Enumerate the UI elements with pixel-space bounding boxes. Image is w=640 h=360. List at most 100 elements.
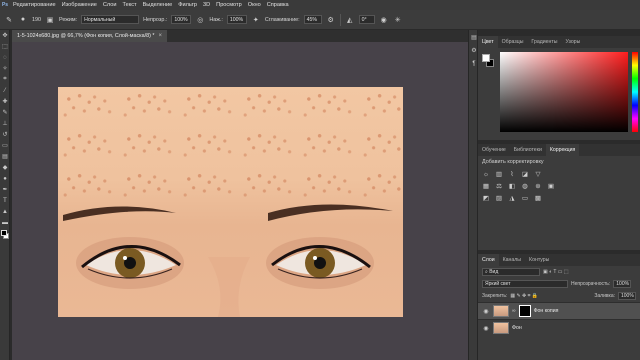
threshold-icon[interactable]: ◮: [508, 194, 516, 202]
color-balance-icon[interactable]: ⚖: [495, 182, 503, 190]
foreground-swatch[interactable]: [482, 54, 490, 62]
vibrance-icon[interactable]: ▽: [534, 170, 542, 178]
brightness-icon[interactable]: ☼: [482, 170, 490, 178]
eye-icon[interactable]: ◉: [482, 325, 490, 332]
hue-saturation-icon[interactable]: ▦: [482, 182, 490, 190]
tab-paths[interactable]: Контуры: [525, 254, 553, 266]
blend-mode-select[interactable]: Яркий свет: [482, 280, 568, 288]
blend-row: Яркий свет Непрозрачность: 100%: [478, 278, 640, 290]
mode-select[interactable]: Нормальный: [81, 15, 140, 24]
layer-row[interactable]: ◉ ∞ Фон копия: [478, 302, 640, 319]
path-select-icon[interactable]: ▲: [0, 206, 10, 217]
selective-color-icon[interactable]: ▩: [534, 194, 542, 202]
angle-field[interactable]: 0°: [358, 15, 375, 24]
pressure-opacity-icon[interactable]: ◎: [195, 15, 205, 25]
opacity-label: Непрозр.:: [143, 16, 168, 23]
opacity-label: Непрозрачность:: [571, 281, 611, 287]
document-tab[interactable]: 1-5-1024x680.jpg @ 66,7% (Фон копия, Сло…: [12, 30, 168, 42]
clone-stamp-icon[interactable]: ⊥: [0, 118, 10, 129]
photo-filter-icon[interactable]: ◍: [521, 182, 529, 190]
posterize-icon[interactable]: ▨: [495, 194, 503, 202]
eyedropper-icon[interactable]: ⁄: [0, 85, 10, 96]
lasso-tool-icon[interactable]: ◌: [0, 52, 10, 63]
menu-item-layers[interactable]: Слои: [100, 2, 120, 8]
layer-opacity-field[interactable]: 100%: [613, 280, 632, 288]
history-brush-icon[interactable]: ↺: [0, 129, 10, 140]
menu-item-type[interactable]: Текст: [119, 2, 139, 8]
foreground-color-icon[interactable]: [1, 230, 7, 236]
color-swatches[interactable]: [482, 54, 494, 68]
smoothing-field[interactable]: 45%: [303, 15, 322, 24]
healing-brush-icon[interactable]: ✚: [0, 96, 10, 107]
color-lookup-icon[interactable]: ▣: [547, 182, 555, 190]
eraser-icon[interactable]: ▭: [0, 140, 10, 151]
hue-slider[interactable]: [632, 52, 638, 132]
levels-icon[interactable]: ▥: [495, 170, 503, 178]
color-picker-field[interactable]: [500, 52, 628, 132]
channel-mixer-icon[interactable]: ⊛: [534, 182, 542, 190]
menu-item-image[interactable]: Изображение: [59, 2, 100, 8]
app-logo-icon[interactable]: Ps: [0, 0, 10, 10]
menu-item-select[interactable]: Выделение: [140, 2, 176, 8]
pressure-field[interactable]: 100%: [226, 15, 247, 24]
layer-filter-row: ⌕ Вид ▣ ◐ T ▭ ⬚: [478, 266, 640, 278]
tab-swatches[interactable]: Образцы: [498, 36, 528, 48]
tab-layers[interactable]: Слои: [478, 254, 499, 266]
dodge-tool-icon[interactable]: ●: [0, 173, 10, 184]
fg-bg-color-icon[interactable]: [1, 230, 9, 240]
curves-icon[interactable]: ⌇: [508, 170, 516, 178]
brush-tool-icon[interactable]: ✎: [4, 15, 14, 25]
smoothing-settings-icon[interactable]: ⚙: [326, 15, 336, 25]
layer-fill-field[interactable]: 100%: [618, 292, 636, 300]
tab-gradients[interactable]: Градиенты: [527, 36, 561, 48]
layer-thumbnail: [493, 322, 509, 334]
airbrush-icon[interactable]: ✦: [251, 15, 261, 25]
lock-icons[interactable]: ▦ ✎ ✥ ⌗ 🔒: [510, 293, 538, 299]
tab-color[interactable]: Цвет: [478, 36, 498, 48]
close-tab-icon[interactable]: ×: [159, 33, 163, 39]
menu-item-window[interactable]: Окно: [245, 2, 264, 8]
gradient-icon[interactable]: ▤: [0, 151, 10, 162]
face-illustration: [63, 204, 393, 317]
crop-tool-icon[interactable]: ⌗: [0, 74, 10, 85]
tab-patterns[interactable]: Узоры: [562, 36, 585, 48]
pen-tool-icon[interactable]: ✒: [0, 184, 10, 195]
angle-icon[interactable]: ◭: [345, 15, 355, 25]
layer-filter-select[interactable]: ⌕ Вид: [482, 268, 540, 276]
menu-item-3d[interactable]: 3D: [200, 2, 213, 8]
text-tool-icon[interactable]: T: [0, 195, 10, 206]
link-icon[interactable]: ∞: [512, 308, 516, 314]
magic-wand-icon[interactable]: ✧: [0, 63, 10, 74]
document-image[interactable]: [58, 87, 403, 317]
mode-label: Режим:: [59, 16, 78, 23]
menu-item-view[interactable]: Просмотр: [213, 2, 245, 8]
tab-adjustments[interactable]: Коррекция: [545, 144, 580, 156]
canvas-workspace[interactable]: [12, 42, 468, 360]
menu-item-edit[interactable]: Редактирование: [10, 2, 59, 8]
eye-icon[interactable]: ◉: [482, 308, 490, 315]
tab-channels[interactable]: Каналы: [499, 254, 525, 266]
document-tab-bar: 1-5-1024x680.jpg @ 66,7% (Фон копия, Сло…: [12, 30, 468, 42]
move-tool-icon[interactable]: ✥: [0, 30, 10, 41]
symmetry-icon[interactable]: ✳: [393, 15, 403, 25]
blur-tool-icon[interactable]: ◆: [0, 162, 10, 173]
exposure-icon[interactable]: ◪: [521, 170, 529, 178]
shape-tool-icon[interactable]: ▬: [0, 217, 10, 228]
menu-item-filter[interactable]: Фильтр: [175, 2, 200, 8]
smoothing-label: Сглаживание:: [264, 16, 300, 23]
brush-tool-icon[interactable]: ✎: [0, 107, 10, 118]
gradient-map-icon[interactable]: ▭: [521, 194, 529, 202]
invert-icon[interactable]: ◩: [482, 194, 490, 202]
brush-settings-icon[interactable]: ▣: [45, 15, 55, 25]
filter-toggle-icons[interactable]: ▣ ◐ T ▭ ⬚: [543, 269, 569, 275]
tab-learn[interactable]: Обучение: [478, 144, 510, 156]
tab-libraries[interactable]: Библиотеки: [510, 144, 546, 156]
pressure-size-icon[interactable]: ◉: [379, 15, 389, 25]
marquee-tool-icon[interactable]: ⬚: [0, 41, 10, 52]
opacity-field[interactable]: 100%: [171, 15, 192, 24]
layer-row[interactable]: ◉ Фон: [478, 319, 640, 336]
brush-preset-icon[interactable]: ●: [18, 15, 28, 25]
menu-item-help[interactable]: Справка: [264, 2, 292, 8]
black-white-icon[interactable]: ◧: [508, 182, 516, 190]
layer-mask-thumbnail[interactable]: [518, 305, 531, 317]
